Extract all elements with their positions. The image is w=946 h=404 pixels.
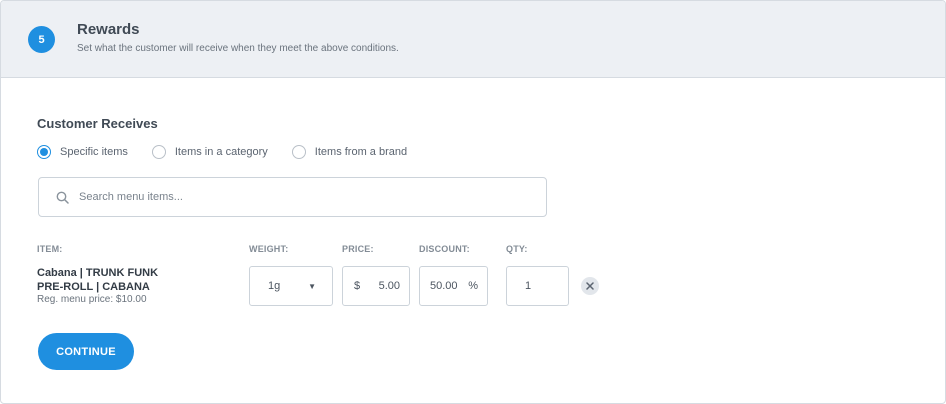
- item-name-line: Cabana | TRUNK FUNK: [37, 267, 159, 279]
- weight-select[interactable]: 1g ▼: [249, 266, 333, 306]
- currency-symbol: $: [354, 280, 361, 292]
- percent-symbol: %: [468, 280, 478, 292]
- price-input[interactable]: $ 5.00: [342, 266, 410, 306]
- radio-label: Specific items: [60, 146, 128, 158]
- close-icon: [586, 282, 594, 290]
- rewards-card: 5 Rewards Set what the customer will rec…: [0, 0, 946, 404]
- radio-specific-items[interactable]: Specific items: [37, 145, 128, 159]
- discount-value: 50.00: [430, 280, 458, 292]
- column-header-qty: QTY:: [506, 244, 528, 254]
- price-value: 5.00: [378, 280, 400, 292]
- caret-down-icon: ▼: [308, 281, 316, 291]
- radio-label: Items from a brand: [314, 146, 408, 158]
- step-number-badge: 5: [28, 26, 55, 53]
- column-header-price: PRICE:: [342, 244, 374, 254]
- radio-unchecked-icon: [151, 145, 166, 159]
- item-name-line: PRE-ROLL | CABANA: [37, 281, 150, 293]
- radio-unchecked-icon: [291, 145, 306, 159]
- weight-value: 1g: [268, 280, 281, 292]
- column-header-weight: WEIGHT:: [249, 244, 289, 254]
- item-regular-price: Reg. menu price: $10.00: [37, 294, 147, 305]
- continue-button[interactable]: CONTINUE: [38, 333, 134, 370]
- search-input[interactable]: [79, 191, 519, 203]
- qty-input[interactable]: 1: [506, 266, 569, 306]
- column-header-discount: DISCOUNT:: [419, 244, 470, 254]
- radio-label: Items in a category: [174, 146, 268, 158]
- remove-item-button[interactable]: [581, 277, 599, 295]
- radio-items-in-category[interactable]: Items in a category: [151, 145, 268, 159]
- customer-receives-title: Customer Receives: [37, 116, 158, 131]
- search-menu-field[interactable]: [38, 177, 547, 217]
- radio-items-from-brand[interactable]: Items from a brand: [291, 145, 408, 159]
- item-name: Cabana | TRUNK FUNK PRE-ROLL | CABANA: [37, 266, 187, 294]
- section-description: Set what the customer will receive when …: [77, 43, 399, 54]
- discount-input[interactable]: 50.00 %: [419, 266, 488, 306]
- column-header-item: ITEM:: [37, 244, 63, 254]
- qty-value: 1: [525, 280, 532, 292]
- search-icon: [56, 190, 70, 204]
- reward-type-radio-group: Specific items Items in a category Items…: [37, 144, 431, 160]
- rewards-header: 5 Rewards Set what the customer will rec…: [1, 1, 945, 78]
- section-heading: Rewards: [77, 21, 140, 38]
- radio-checked-icon: [37, 145, 51, 159]
